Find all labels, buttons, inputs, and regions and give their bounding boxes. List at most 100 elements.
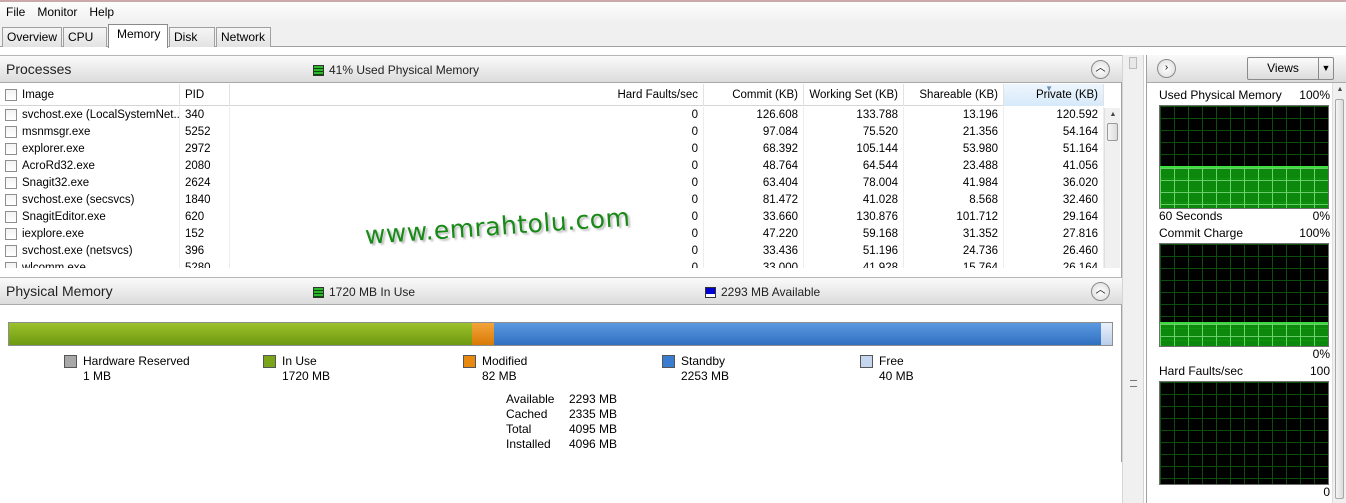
cell-working-set: 75.520: [804, 124, 904, 141]
dropdown-arrow-icon[interactable]: ▼: [1318, 58, 1333, 79]
table-body: svchost.exe (LocalSystemNet... 340 0 126.60…: [0, 107, 1104, 268]
table-row[interactable]: wlcomm.exe 5280 0 33.000 41.928 15.764 26.164: [0, 260, 1104, 268]
row-checkbox[interactable]: [5, 109, 17, 121]
column-header-commit[interactable]: Commit (KB): [704, 84, 804, 106]
row-checkbox[interactable]: [5, 228, 17, 240]
scroll-up-icon[interactable]: ▲: [1333, 83, 1346, 97]
cell-image: wlcomm.exe: [17, 260, 180, 268]
cell-working-set: 41.028: [804, 192, 904, 209]
cell-image: iexplore.exe: [17, 226, 180, 243]
tab-overview[interactable]: Overview: [2, 27, 62, 47]
cell-hard-faults: 0: [230, 175, 704, 192]
row-checkbox[interactable]: [5, 245, 17, 257]
row-checkbox[interactable]: [5, 143, 17, 155]
row-checkbox[interactable]: [5, 126, 17, 138]
legend-label: Hardware Reserved: [83, 354, 190, 368]
graphs-scrollbar[interactable]: ▲: [1332, 83, 1346, 503]
physical-memory-title: Physical Memory: [6, 283, 113, 299]
column-header-image[interactable]: Image: [17, 84, 180, 106]
physical-memory-section-header[interactable]: Physical Memory 1720 MB In Use 2293 MB A…: [0, 277, 1122, 305]
stat-installed: Installed 4096 MB: [506, 437, 646, 452]
cell-pid: 396: [180, 243, 230, 260]
processes-section-header[interactable]: Processes 41% Used Physical Memory ︿: [0, 55, 1122, 83]
commit-charge-graph: [1159, 243, 1329, 347]
cell-image: explorer.exe: [17, 141, 180, 158]
legend-swatch: [860, 355, 873, 368]
table-row[interactable]: explorer.exe 2972 0 68.392 105.144 53.980 51.1…: [0, 141, 1104, 158]
column-header-shareable[interactable]: Shareable (KB): [904, 84, 1004, 106]
scroll-up-icon[interactable]: ▲: [1105, 108, 1121, 122]
legend-value: 82 MB: [482, 369, 517, 383]
table-row[interactable]: Snagit32.exe 2624 0 63.404 78.004 41.984 36.02…: [0, 175, 1104, 192]
column-header-working-set[interactable]: Working Set (KB): [804, 84, 904, 106]
collapse-physical-memory-button[interactable]: ︿: [1091, 282, 1110, 301]
graph-max-label: 100%: [1299, 226, 1330, 240]
left-pane: Processes 41% Used Physical Memory ︿ Ima…: [0, 55, 1122, 462]
table-row[interactable]: svchost.exe (secsvcs) 1840 0 81.472 41.028 8.…: [0, 192, 1104, 209]
views-dropdown[interactable]: Views ▼: [1247, 57, 1334, 80]
row-checkbox[interactable]: [5, 194, 17, 206]
tab-disk[interactable]: Disk: [169, 27, 215, 47]
cell-image: svchost.exe (LocalSystemNet...: [17, 107, 180, 124]
table-row[interactable]: svchost.exe (LocalSystemNet... 340 0 126.60…: [0, 107, 1104, 124]
column-header-private[interactable]: ▼ Private (KB): [1004, 84, 1104, 106]
cell-hard-faults: 0: [230, 158, 704, 175]
pane-splitter[interactable]: [1122, 55, 1144, 503]
tab-cpu[interactable]: CPU: [63, 27, 107, 47]
cell-pid: 5252: [180, 124, 230, 141]
cell-private: 41.056: [1004, 158, 1104, 175]
graphs-header: › Views ▼: [1147, 55, 1346, 83]
tab-memory[interactable]: Memory: [108, 24, 168, 48]
tab-strip: Overview CPU Memory Disk Network: [0, 23, 1346, 48]
row-checkbox[interactable]: [5, 262, 17, 268]
row-checkbox[interactable]: [5, 160, 17, 172]
cell-working-set: 41.928: [804, 260, 904, 268]
table-row[interactable]: AcroRd32.exe 2080 0 48.764 64.544 23.488 41.05…: [0, 158, 1104, 175]
scroll-thumb[interactable]: [1107, 123, 1118, 141]
graph-title-commit-charge: Commit Charge: [1159, 226, 1244, 240]
graph-fill: [1160, 321, 1328, 346]
processes-table: Image PID Hard Faults/sec Commit (KB) Wo…: [0, 84, 1122, 268]
blue-meter-icon: [705, 286, 716, 298]
cell-commit: 81.472: [704, 192, 804, 209]
cell-commit: 97.084: [704, 124, 804, 141]
cell-commit: 63.404: [704, 175, 804, 192]
menu-help[interactable]: Help: [83, 3, 120, 22]
expand-graphs-button[interactable]: ›: [1157, 59, 1176, 78]
in-use-indicator-label: 1720 MB In Use: [329, 285, 416, 299]
tab-network[interactable]: Network: [216, 27, 271, 47]
processes-scrollbar[interactable]: ▲ ▼: [1104, 108, 1120, 268]
collapse-processes-button[interactable]: ︿: [1091, 60, 1110, 79]
graph-title-used-physical-memory: Used Physical Memory: [1159, 88, 1282, 102]
cell-working-set: 105.144: [804, 141, 904, 158]
cell-image: svchost.exe (netsvcs): [17, 243, 180, 260]
cell-hard-faults: 0: [230, 243, 704, 260]
cell-working-set: 51.196: [804, 243, 904, 260]
legend-label: In Use: [282, 354, 317, 368]
column-header-pid[interactable]: PID: [180, 84, 230, 106]
row-checkbox[interactable]: [5, 211, 17, 223]
cell-hard-faults: 0: [230, 192, 704, 209]
scroll-thumb[interactable]: [1335, 99, 1344, 499]
column-header-hard-faults[interactable]: Hard Faults/sec: [230, 84, 704, 106]
legend-swatch: [662, 355, 675, 368]
splitter-handle-top[interactable]: [1129, 57, 1137, 69]
sort-arrow-icon: ▼: [1045, 84, 1053, 93]
menu-monitor[interactable]: Monitor: [31, 3, 83, 22]
cell-image: SnagitEditor.exe: [17, 209, 180, 226]
table-row[interactable]: msnmsgr.exe 5252 0 97.084 75.520 21.356 54.164: [0, 124, 1104, 141]
cell-image: msnmsgr.exe: [17, 124, 180, 141]
memory-bar-in-use: [9, 323, 472, 345]
row-checkbox[interactable]: [5, 177, 17, 189]
graphs-pane: › Views ▼ Used Physical Memory 100% 60 S…: [1146, 55, 1346, 503]
stat-value: 2335 MB: [569, 407, 618, 421]
views-label: Views: [1267, 61, 1299, 75]
splitter-grip-icon[interactable]: [1130, 380, 1137, 387]
select-all-checkbox[interactable]: [5, 89, 17, 101]
legend-swatch: [463, 355, 476, 368]
memory-stats: Available 2293 MB Cached 2335 MB Total 4…: [506, 392, 646, 452]
menu-file[interactable]: File: [0, 3, 31, 22]
cell-shareable: 31.352: [904, 226, 1004, 243]
memory-usage-bar: [8, 322, 1113, 346]
table-row[interactable]: svchost.exe (netsvcs) 396 0 33.436 51.196 24.…: [0, 243, 1104, 260]
